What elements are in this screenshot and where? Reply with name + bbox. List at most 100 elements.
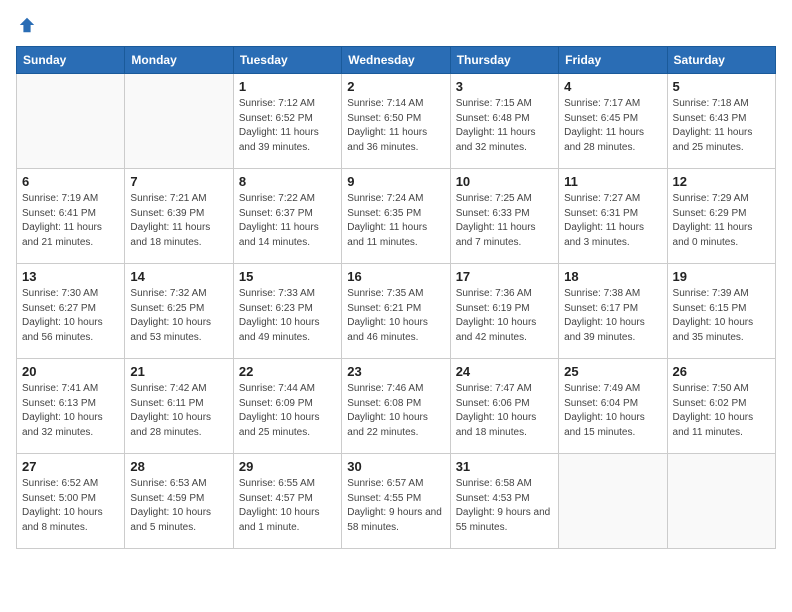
cell-info: Sunrise: 7:38 AM Sunset: 6:17 PM Dayligh… — [564, 287, 661, 345]
cell-info: Sunrise: 7:33 AM Sunset: 6:23 PM Dayligh… — [239, 287, 336, 345]
calendar-week-2: 6 Sunrise: 7:19 AM Sunset: 6:41 PM Daylig… — [17, 169, 776, 264]
calendar-cell: 11Sunrise: 7:27 AM Sunset: 6:31 PM Dayli… — [559, 169, 667, 264]
calendar-cell: 10Sunrise: 7:25 AM Sunset: 6:33 PM Dayli… — [450, 169, 558, 264]
calendar-cell: 18 Sunrise: 7:38 AM Sunset: 6:17 PM Dayli… — [559, 264, 667, 359]
cell-info: Sunrise: 7:42 AM Sunset: 6:11 PM Dayligh… — [130, 382, 227, 440]
day-number: 18 — [564, 269, 661, 284]
page-header — [16, 16, 776, 34]
calendar-cell: 17 Sunrise: 7:36 AM Sunset: 6:19 PM Dayli… — [450, 264, 558, 359]
day-header-friday: Friday — [559, 47, 667, 74]
day-number: 14 — [130, 269, 227, 284]
calendar-table: SundayMondayTuesdayWednesdayThursdayFrid… — [16, 46, 776, 549]
day-number: 31 — [456, 459, 553, 474]
day-number: 21 — [130, 364, 227, 379]
day-number: 19 — [673, 269, 770, 284]
cell-info: Sunrise: 6:57 AM Sunset: 4:55 PM Dayligh… — [347, 477, 444, 535]
calendar-cell: 31 Sunrise: 6:58 AM Sunset: 4:53 PM Dayli… — [450, 454, 558, 549]
calendar-cell: 4Sunrise: 7:17 AM Sunset: 6:45 PM Daylig… — [559, 74, 667, 169]
calendar-week-4: 20 Sunrise: 7:41 AM Sunset: 6:13 PM Dayli… — [17, 359, 776, 454]
calendar-cell: 14Sunrise: 7:32 AM Sunset: 6:25 PM Dayli… — [125, 264, 233, 359]
day-number: 24 — [456, 364, 553, 379]
calendar-cell: 13 Sunrise: 7:30 AM Sunset: 6:27 PM Dayli… — [17, 264, 125, 359]
day-header-sunday: Sunday — [17, 47, 125, 74]
day-number: 26 — [673, 364, 770, 379]
cell-info: Sunrise: 6:58 AM Sunset: 4:53 PM Dayligh… — [456, 477, 553, 535]
calendar-cell: 19 Sunrise: 7:39 AM Sunset: 6:15 PM Dayli… — [667, 264, 775, 359]
calendar-cell: 5Sunrise: 7:18 AM Sunset: 6:43 PM Daylig… — [667, 74, 775, 169]
calendar-cell — [667, 454, 775, 549]
calendar-cell: 26Sunrise: 7:50 AM Sunset: 6:02 PM Dayli… — [667, 359, 775, 454]
calendar-cell: 23Sunrise: 7:46 AM Sunset: 6:08 PM Dayli… — [342, 359, 450, 454]
calendar-cell: 29 Sunrise: 6:55 AM Sunset: 4:57 PM Dayli… — [233, 454, 341, 549]
cell-info: Sunrise: 7:44 AM Sunset: 6:09 PM Dayligh… — [239, 382, 336, 440]
day-number: 27 — [22, 459, 119, 474]
day-number: 20 — [22, 364, 119, 379]
calendar-week-1: 1Sunrise: 7:12 AM Sunset: 6:52 PM Daylig… — [17, 74, 776, 169]
calendar-cell: 8 Sunrise: 7:22 AM Sunset: 6:37 PM Daylig… — [233, 169, 341, 264]
day-number: 3 — [456, 79, 553, 94]
calendar-week-5: 27Sunrise: 6:52 AM Sunset: 5:00 PM Dayli… — [17, 454, 776, 549]
day-header-thursday: Thursday — [450, 47, 558, 74]
cell-info: Sunrise: 7:17 AM Sunset: 6:45 PM Dayligh… — [564, 97, 661, 155]
cell-info: Sunrise: 7:15 AM Sunset: 6:48 PM Dayligh… — [456, 97, 553, 155]
day-number: 8 — [239, 174, 336, 189]
calendar-cell — [125, 74, 233, 169]
cell-info: Sunrise: 7:49 AM Sunset: 6:04 PM Dayligh… — [564, 382, 661, 440]
day-header-monday: Monday — [125, 47, 233, 74]
logo — [16, 16, 36, 34]
cell-info: Sunrise: 7:30 AM Sunset: 6:27 PM Dayligh… — [22, 287, 119, 345]
day-number: 15 — [239, 269, 336, 284]
day-number: 6 — [22, 174, 119, 189]
calendar-cell: 25Sunrise: 7:49 AM Sunset: 6:04 PM Dayli… — [559, 359, 667, 454]
cell-info: Sunrise: 7:36 AM Sunset: 6:19 PM Dayligh… — [456, 287, 553, 345]
cell-info: Sunrise: 7:46 AM Sunset: 6:08 PM Dayligh… — [347, 382, 444, 440]
day-number: 7 — [130, 174, 227, 189]
calendar-week-3: 13 Sunrise: 7:30 AM Sunset: 6:27 PM Dayli… — [17, 264, 776, 359]
calendar-cell: 20 Sunrise: 7:41 AM Sunset: 6:13 PM Dayli… — [17, 359, 125, 454]
cell-info: Sunrise: 7:19 AM Sunset: 6:41 PM Dayligh… — [22, 192, 119, 250]
calendar-cell: 16 Sunrise: 7:35 AM Sunset: 6:21 PM Dayli… — [342, 264, 450, 359]
calendar-cell: 15 Sunrise: 7:33 AM Sunset: 6:23 PM Dayli… — [233, 264, 341, 359]
cell-info: Sunrise: 6:55 AM Sunset: 4:57 PM Dayligh… — [239, 477, 336, 535]
day-number: 28 — [130, 459, 227, 474]
day-number: 1 — [239, 79, 336, 94]
day-number: 13 — [22, 269, 119, 284]
calendar-cell: 9 Sunrise: 7:24 AM Sunset: 6:35 PM Daylig… — [342, 169, 450, 264]
calendar-cell: 12 Sunrise: 7:29 AM Sunset: 6:29 PM Dayli… — [667, 169, 775, 264]
cell-info: Sunrise: 7:35 AM Sunset: 6:21 PM Dayligh… — [347, 287, 444, 345]
day-number: 10 — [456, 174, 553, 189]
day-number: 30 — [347, 459, 444, 474]
day-header-wednesday: Wednesday — [342, 47, 450, 74]
cell-info: Sunrise: 7:14 AM Sunset: 6:50 PM Dayligh… — [347, 97, 444, 155]
cell-info: Sunrise: 7:39 AM Sunset: 6:15 PM Dayligh… — [673, 287, 770, 345]
cell-info: Sunrise: 7:18 AM Sunset: 6:43 PM Dayligh… — [673, 97, 770, 155]
day-number: 17 — [456, 269, 553, 284]
cell-info: Sunrise: 7:22 AM Sunset: 6:37 PM Dayligh… — [239, 192, 336, 250]
cell-info: Sunrise: 7:47 AM Sunset: 6:06 PM Dayligh… — [456, 382, 553, 440]
day-header-saturday: Saturday — [667, 47, 775, 74]
calendar-cell: 28 Sunrise: 6:53 AM Sunset: 4:59 PM Dayli… — [125, 454, 233, 549]
calendar-cell: 22 Sunrise: 7:44 AM Sunset: 6:09 PM Dayli… — [233, 359, 341, 454]
calendar-cell — [17, 74, 125, 169]
day-header-row: SundayMondayTuesdayWednesdayThursdayFrid… — [17, 47, 776, 74]
cell-info: Sunrise: 7:24 AM Sunset: 6:35 PM Dayligh… — [347, 192, 444, 250]
day-number: 29 — [239, 459, 336, 474]
cell-info: Sunrise: 7:29 AM Sunset: 6:29 PM Dayligh… — [673, 192, 770, 250]
day-number: 12 — [673, 174, 770, 189]
cell-info: Sunrise: 7:41 AM Sunset: 6:13 PM Dayligh… — [22, 382, 119, 440]
day-number: 22 — [239, 364, 336, 379]
calendar-cell: 30 Sunrise: 6:57 AM Sunset: 4:55 PM Dayli… — [342, 454, 450, 549]
logo-icon — [18, 16, 36, 34]
cell-info: Sunrise: 6:53 AM Sunset: 4:59 PM Dayligh… — [130, 477, 227, 535]
cell-info: Sunrise: 7:21 AM Sunset: 6:39 PM Dayligh… — [130, 192, 227, 250]
calendar-cell: 27Sunrise: 6:52 AM Sunset: 5:00 PM Dayli… — [17, 454, 125, 549]
day-number: 16 — [347, 269, 444, 284]
day-header-tuesday: Tuesday — [233, 47, 341, 74]
calendar-cell: 2 Sunrise: 7:14 AM Sunset: 6:50 PM Daylig… — [342, 74, 450, 169]
calendar-cell: 24 Sunrise: 7:47 AM Sunset: 6:06 PM Dayli… — [450, 359, 558, 454]
day-number: 11 — [564, 174, 661, 189]
day-number: 9 — [347, 174, 444, 189]
calendar-cell: 3 Sunrise: 7:15 AM Sunset: 6:48 PM Daylig… — [450, 74, 558, 169]
day-number: 2 — [347, 79, 444, 94]
calendar-cell: 6 Sunrise: 7:19 AM Sunset: 6:41 PM Daylig… — [17, 169, 125, 264]
